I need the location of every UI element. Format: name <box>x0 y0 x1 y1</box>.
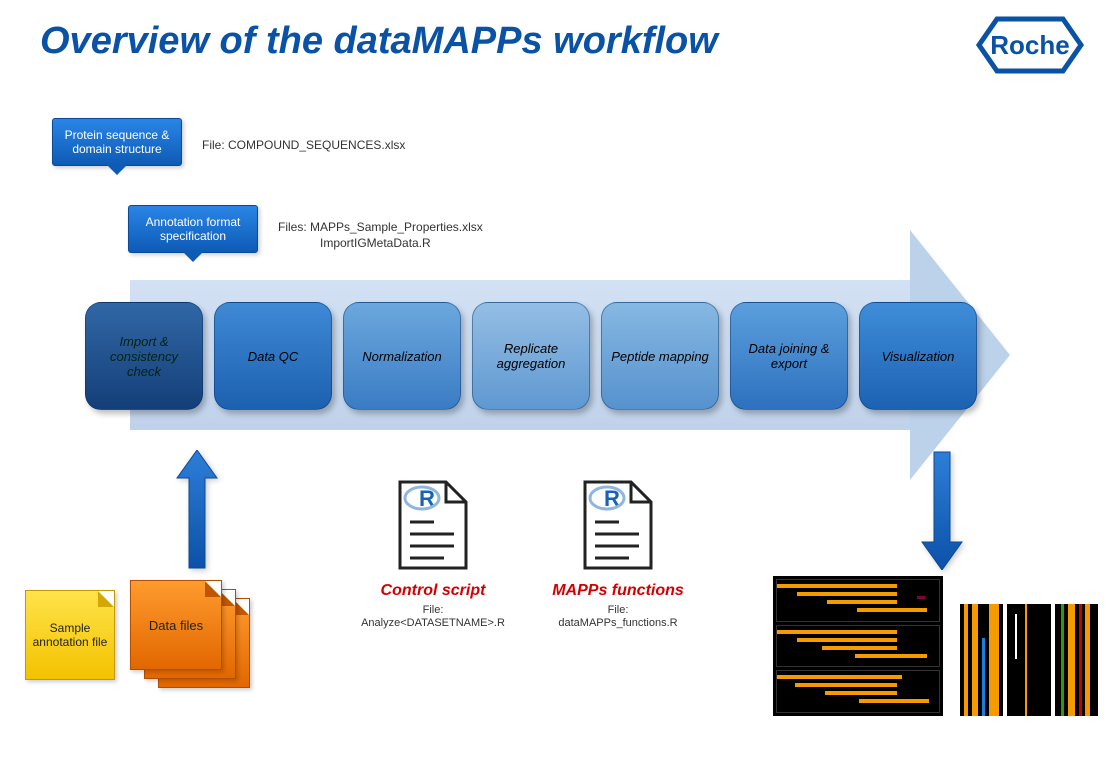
r-file-control-script: R Control script File: Analyze<DATASETNA… <box>358 478 508 630</box>
control-script-file-line2: Analyze<DATASETNAME>.R <box>358 617 508 630</box>
control-script-title: Control script <box>358 582 508 600</box>
step-import-consistency: Import & consistency check <box>85 302 203 410</box>
r-file-mapps-functions: R MAPPs functions File: dataMAPPs_functi… <box>543 478 693 630</box>
page-title: Overview of the dataMAPPs workflow <box>40 20 718 63</box>
step-normalization: Normalization <box>343 302 461 410</box>
file-r-icon: R <box>358 478 508 578</box>
viz-thumbnail-heatmap-b <box>960 604 1098 716</box>
sample-annotation-file: Sample annotation file <box>25 590 115 680</box>
file-label-protein: File: COMPOUND_SEQUENCES.xlsx <box>202 138 405 152</box>
control-script-file-line1: File: <box>358 604 508 617</box>
file-label-annotation-2: ImportIGMetaData.R <box>320 236 431 250</box>
step-data-joining-export: Data joining & export <box>730 302 848 410</box>
arrow-up-icon <box>175 450 219 575</box>
step-data-qc: Data QC <box>214 302 332 410</box>
roche-logo: Roche <box>975 15 1085 80</box>
file-r-icon: R <box>543 478 693 578</box>
callout-protein-sequence: Protein sequence & domain structure <box>52 118 182 166</box>
viz-thumbnail-heatmap-a <box>773 576 943 716</box>
mapps-functions-file-line1: File: <box>543 604 693 617</box>
callout-annotation-format: Annotation format specification <box>128 205 258 253</box>
mapps-functions-title: MAPPs functions <box>543 582 693 600</box>
data-files-label: Data files <box>130 580 222 670</box>
file-label-annotation-1: Files: MAPPs_Sample_Properties.xlsx <box>278 220 483 234</box>
step-peptide-mapping: Peptide mapping <box>601 302 719 410</box>
step-visualization: Visualization <box>859 302 977 410</box>
data-files-stack: Data files <box>130 580 260 690</box>
mapps-functions-file-line2: dataMAPPs_functions.R <box>543 617 693 630</box>
arrow-down-icon <box>920 450 964 575</box>
step-replicate-aggregation: Replicate aggregation <box>472 302 590 410</box>
svg-text:Roche: Roche <box>990 30 1069 60</box>
